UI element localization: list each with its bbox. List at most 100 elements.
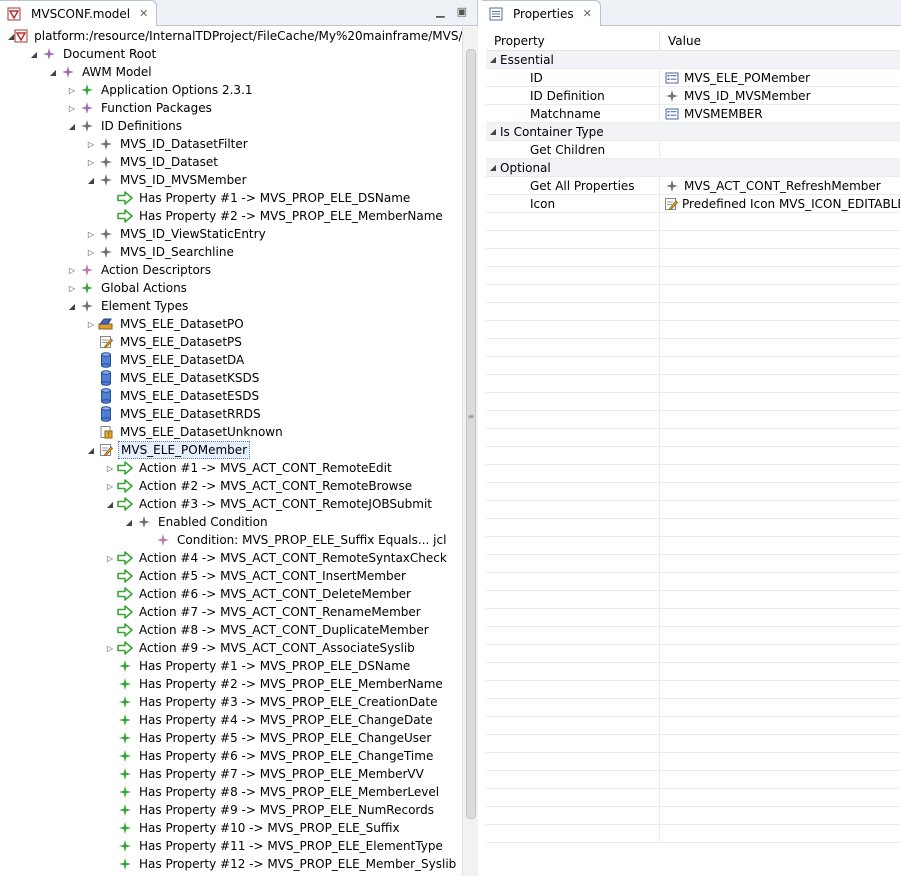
tree-node-label[interactable]: Action #4 -> MVS_ACT_CONT_RemoteSyntaxCh… <box>137 550 449 566</box>
tree-node[interactable]: ▷ Action Descriptors <box>0 261 462 279</box>
property-category-row[interactable]: ◢ Is Container Type <box>486 123 900 141</box>
tree-node[interactable]: MVS_ELE_DatasetESDS <box>0 387 462 405</box>
tree-node[interactable]: ▷ Application Options 2.3.1 <box>0 81 462 99</box>
property-name-cell[interactable]: Matchname <box>486 105 660 122</box>
model-tree[interactable]: ◢ platform:/resource/InternalTDProject/Fi… <box>0 27 462 876</box>
tree-node[interactable]: ▷ MVS_ID_Searchline <box>0 243 462 261</box>
tree-node-label[interactable]: MVS_ID_ViewStaticEntry <box>118 226 268 242</box>
property-row[interactable]: Get Children <box>486 141 900 159</box>
tree-node-label[interactable]: Has Property #7 -> MVS_PROP_ELE_MemberVV <box>137 766 426 782</box>
tree-node[interactable]: ▷ Action #1 -> MVS_ACT_CONT_RemoteEdit <box>0 459 462 477</box>
tree-node[interactable]: Has Property #5 -> MVS_PROP_ELE_ChangeUs… <box>0 729 462 747</box>
tree-node-label[interactable]: ID Definitions <box>99 118 184 134</box>
tree-node-label[interactable]: Has Property #8 -> MVS_PROP_ELE_MemberLe… <box>137 784 441 800</box>
property-name-cell[interactable]: ◢ Essential <box>486 51 660 68</box>
tree-node[interactable]: ◢ ID Definitions <box>0 117 462 135</box>
property-name-cell[interactable]: ID <box>486 69 660 86</box>
expanded-triangle-icon[interactable]: ◢ <box>103 495 117 513</box>
expanded-triangle-icon[interactable]: ◢ <box>84 171 98 189</box>
tree-node[interactable]: ◢ Enabled Condition <box>0 513 462 531</box>
tree-node[interactable]: Has Property #6 -> MVS_PROP_ELE_ChangeTi… <box>0 747 462 765</box>
expanded-triangle-icon[interactable]: ◢ <box>84 441 98 459</box>
property-row[interactable]: Get All Properties MVS_ACT_CONT_RefreshMe… <box>486 177 900 195</box>
collapsed-triangle-icon[interactable]: ▷ <box>65 279 79 297</box>
expanded-triangle-icon[interactable]: ◢ <box>486 127 500 136</box>
column-header-value[interactable]: Value <box>660 31 701 50</box>
property-value-cell[interactable]: MVS_ELE_POMember <box>660 69 900 86</box>
tree-node-label[interactable]: Action #7 -> MVS_ACT_CONT_RenameMember <box>137 604 423 620</box>
tree-node-label[interactable]: Has Property #2 -> MVS_PROP_ELE_MemberNa… <box>137 676 445 692</box>
tree-node-label[interactable]: Has Property #10 -> MVS_PROP_ELE_Suffix <box>137 820 402 836</box>
property-name-cell[interactable]: Get Children <box>486 141 660 158</box>
tree-node[interactable]: ◢ platform:/resource/InternalTDProject/Fi… <box>0 27 462 45</box>
minimize-icon[interactable]: ▁ <box>436 5 444 18</box>
tree-node[interactable]: Has Property #9 -> MVS_PROP_ELE_NumRecor… <box>0 801 462 819</box>
tree-node-label[interactable]: Action #1 -> MVS_ACT_CONT_RemoteEdit <box>137 460 394 476</box>
tree-node[interactable]: MVS_ELE_DatasetRRDS <box>0 405 462 423</box>
tree-node[interactable]: ▷ MVS_ELE_DatasetPO <box>0 315 462 333</box>
tree-node-label[interactable]: MVS_ELE_DatasetKSDS <box>118 370 261 386</box>
tree-node[interactable]: Has Property #7 -> MVS_PROP_ELE_MemberVV <box>0 765 462 783</box>
expanded-triangle-icon[interactable]: ◢ <box>122 513 136 531</box>
tree-node[interactable]: ◢ Action #3 -> MVS_ACT_CONT_RemoteJOBSubm… <box>0 495 462 513</box>
tab-mvsconf-model[interactable]: MVSCONF.model ✕ <box>0 0 158 26</box>
tree-node[interactable]: Condition: MVS_PROP_ELE_Suffix Equals...… <box>0 531 462 549</box>
tab-properties[interactable]: Properties ✕ <box>482 0 601 26</box>
tree-node[interactable]: Has Property #1 -> MVS_PROP_ELE_DSName <box>0 657 462 675</box>
property-name-cell[interactable]: ID Definition <box>486 87 660 104</box>
tree-node[interactable]: ▷ Action #2 -> MVS_ACT_CONT_RemoteBrowse <box>0 477 462 495</box>
property-value-cell[interactable]: Predefined Icon MVS_ICON_EDITABLE <box>660 195 900 212</box>
tree-node-label[interactable]: MVS_ELE_DatasetUnknown <box>118 424 285 440</box>
tree-node-label[interactable]: Action #9 -> MVS_ACT_CONT_AssociateSysli… <box>137 640 417 656</box>
close-icon[interactable]: ✕ <box>583 7 592 20</box>
vertical-scrollbar[interactable]: ≡ <box>462 27 478 876</box>
tree-node-label[interactable]: MVS_ID_Searchline <box>118 244 236 260</box>
expanded-triangle-icon[interactable]: ◢ <box>65 117 79 135</box>
tree-node[interactable]: Has Property #2 -> MVS_PROP_ELE_MemberNa… <box>0 675 462 693</box>
property-value-cell[interactable] <box>660 123 900 140</box>
tree-node-label[interactable]: Enabled Condition <box>156 514 270 530</box>
tree-node-label[interactable]: Document Root <box>61 46 158 62</box>
tree-node-label[interactable]: Action #8 -> MVS_ACT_CONT_DuplicateMembe… <box>137 622 431 638</box>
tree-node[interactable]: ◢ Element Types <box>0 297 462 315</box>
tree-node[interactable]: Action #6 -> MVS_ACT_CONT_DeleteMember <box>0 585 462 603</box>
collapsed-triangle-icon[interactable]: ▷ <box>65 99 79 117</box>
tree-node-label[interactable]: Action #2 -> MVS_ACT_CONT_RemoteBrowse <box>137 478 414 494</box>
tree-node-label[interactable]: Action #5 -> MVS_ACT_CONT_InsertMember <box>137 568 408 584</box>
expanded-triangle-icon[interactable]: ◢ <box>65 297 79 315</box>
tree-node[interactable]: ▷ Function Packages <box>0 99 462 117</box>
tree-node[interactable]: ▷ Global Actions <box>0 279 462 297</box>
tree-node-label[interactable]: MVS_ELE_POMember <box>118 441 251 459</box>
expanded-triangle-icon[interactable]: ◢ <box>486 163 500 172</box>
tree-node[interactable]: Action #8 -> MVS_ACT_CONT_DuplicateMembe… <box>0 621 462 639</box>
tree-node-label[interactable]: AWM Model <box>80 64 154 80</box>
tree-node[interactable]: Has Property #2 -> MVS_PROP_ELE_MemberNa… <box>0 207 462 225</box>
tree-node[interactable]: ◢ MVS_ID_MVSMember <box>0 171 462 189</box>
tree-node-label[interactable]: MVS_ID_Dataset <box>118 154 220 170</box>
tree-node-label[interactable]: Global Actions <box>99 280 189 296</box>
tree-node[interactable]: ▷ MVS_ID_ViewStaticEntry <box>0 225 462 243</box>
tree-node[interactable]: Has Property #3 -> MVS_PROP_ELE_Creation… <box>0 693 462 711</box>
tree-node[interactable]: ◢ MVS_ELE_POMember <box>0 441 462 459</box>
collapsed-triangle-icon[interactable]: ▷ <box>84 315 98 333</box>
tree-node-label[interactable]: MVS_ELE_DatasetPO <box>118 316 246 332</box>
tree-node-label[interactable]: MVS_ELE_DatasetESDS <box>118 388 261 404</box>
property-row[interactable]: ID MVS_ELE_POMember <box>486 69 900 87</box>
collapsed-triangle-icon[interactable]: ▷ <box>103 639 117 657</box>
tree-node-label[interactable]: Application Options 2.3.1 <box>99 82 255 98</box>
collapsed-triangle-icon[interactable]: ▷ <box>84 135 98 153</box>
maximize-icon[interactable]: ▣ <box>457 5 467 18</box>
tree-node-label[interactable]: Has Property #11 -> MVS_PROP_ELE_Element… <box>137 838 445 854</box>
collapsed-triangle-icon[interactable]: ▷ <box>65 81 79 99</box>
tree-node[interactable]: MVS_ELE_DatasetPS <box>0 333 462 351</box>
tree-node[interactable]: ◢ Document Root <box>0 45 462 63</box>
tree-node-label[interactable]: Has Property #1 -> MVS_PROP_ELE_DSName <box>137 190 412 206</box>
close-icon[interactable]: ✕ <box>139 7 148 20</box>
property-category-row[interactable]: ◢ Essential <box>486 51 900 69</box>
tree-node-label[interactable]: MVS_ID_DatasetFilter <box>118 136 250 152</box>
tree-node[interactable]: ▷ MVS_ID_DatasetFilter <box>0 135 462 153</box>
tree-node-label[interactable]: Has Property #4 -> MVS_PROP_ELE_ChangeDa… <box>137 712 435 728</box>
tree-node[interactable]: ? MVS_ELE_DatasetUnknown <box>0 423 462 441</box>
tree-node-label[interactable]: MVS_ELE_DatasetRRDS <box>118 406 263 422</box>
tree-node-label[interactable]: Action #6 -> MVS_ACT_CONT_DeleteMember <box>137 586 413 602</box>
